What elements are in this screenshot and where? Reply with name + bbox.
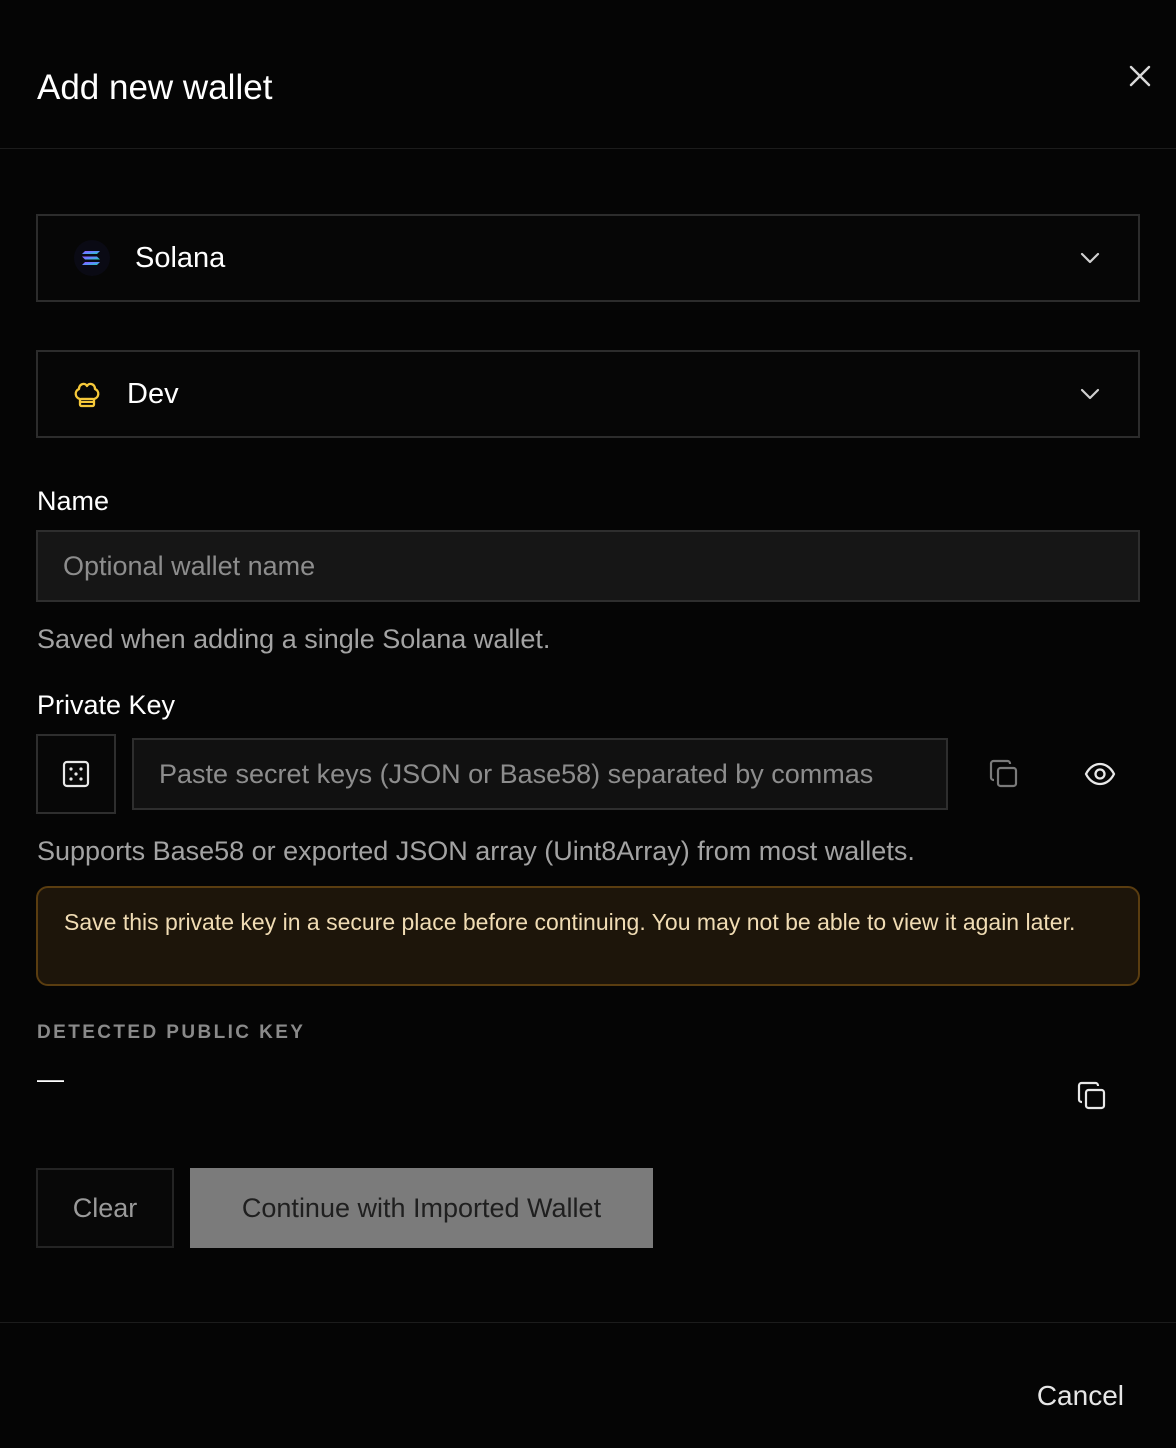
copy-public-key-button[interactable]	[1070, 1074, 1114, 1118]
chef-hat-icon	[74, 382, 100, 408]
private-key-label: Private Key	[37, 690, 176, 720]
detected-public-key-value: —	[37, 1064, 64, 1094]
dialog-title: Add new wallet	[37, 68, 273, 107]
copy-private-key-button[interactable]	[982, 752, 1026, 796]
warning-banner: Save this private key in a secure place …	[36, 886, 1140, 986]
dialog-header: Add new wallet	[0, 0, 1176, 149]
eye-icon	[1084, 762, 1116, 786]
continue-with-imported-wallet-button[interactable]: Continue with Imported Wallet	[190, 1168, 653, 1248]
copy-icon	[989, 759, 1018, 788]
solana-logo-icon	[74, 240, 110, 276]
cancel-button[interactable]: Cancel	[1020, 1372, 1140, 1420]
name-help-text: Saved when adding a single Solana wallet…	[37, 624, 551, 654]
footer-divider	[0, 1322, 1176, 1323]
dice-icon	[62, 760, 90, 788]
profile-select[interactable]: Dev	[36, 350, 1140, 438]
copy-icon	[1077, 1081, 1106, 1110]
chevron-down-icon	[1080, 252, 1100, 264]
generate-key-button[interactable]	[36, 734, 116, 814]
close-icon	[1129, 65, 1151, 87]
chain-select-value: Solana	[135, 242, 226, 274]
private-key-help-text: Supports Base58 or exported JSON array (…	[37, 836, 915, 866]
chain-select[interactable]: Solana	[36, 214, 1140, 302]
reveal-private-key-button[interactable]	[1078, 752, 1122, 796]
wallet-name-input[interactable]	[36, 530, 1140, 602]
close-button[interactable]	[1122, 58, 1158, 94]
chevron-down-icon	[1080, 388, 1100, 400]
detected-public-key-label: DETECTED PUBLIC KEY	[37, 1022, 306, 1043]
name-label: Name	[37, 486, 110, 516]
private-key-input[interactable]	[132, 738, 948, 810]
profile-select-value: Dev	[127, 378, 179, 410]
add-wallet-dialog: Add new wallet Solana Dev Name Optional …	[0, 0, 1176, 1448]
warning-text: Save this private key in a secure place …	[64, 909, 1076, 935]
clear-button[interactable]: Clear	[36, 1168, 174, 1248]
